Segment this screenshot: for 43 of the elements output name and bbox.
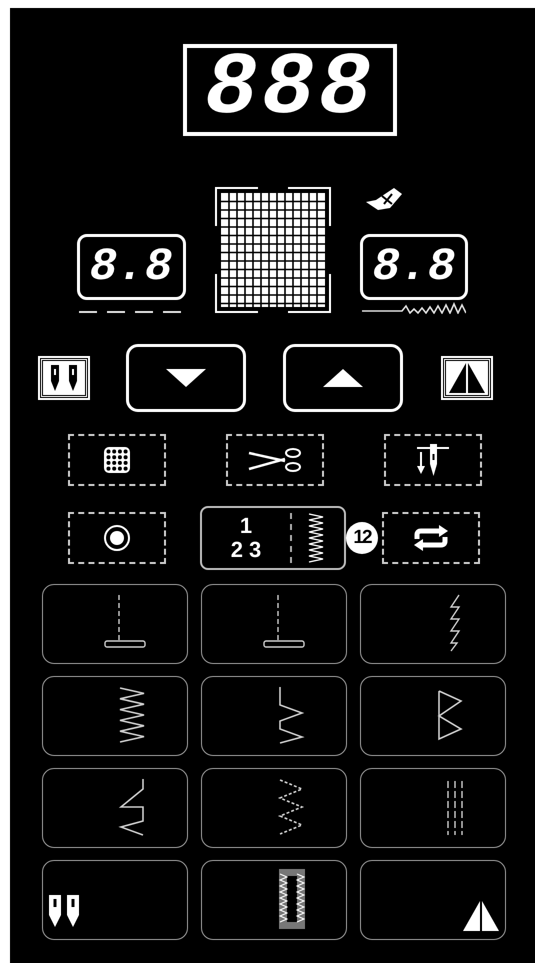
stitch-button[interactable] [42,860,188,940]
blind-hem-stitch-icon [276,685,306,745]
stitch-button[interactable] [360,584,506,664]
stitch-button[interactable] [201,860,347,940]
stitch-button[interactable] [360,676,506,756]
mirror-icon [461,899,501,933]
stitch-button[interactable] [42,584,188,664]
circle-dot-icon [102,523,132,553]
stitch-button[interactable] [201,676,347,756]
down-triangle-icon [164,367,208,389]
stitch-group-button[interactable]: 1 2 3 [200,506,346,570]
presser-foot-icon [364,186,404,212]
dot-grid-icon [102,445,132,475]
stitch-button[interactable] [42,768,188,848]
buttonhole-icon [278,868,306,930]
stitch-button[interactable] [42,676,188,756]
stitch-width-display: 8.8 [360,234,468,300]
stitch-count-badge: 12 [346,522,378,554]
three-step-zigzag-icon [276,777,306,837]
dashed-line-icon [79,310,184,314]
needle-icon [415,442,451,478]
blind-hem-stitch-icon [117,777,147,837]
mirror-button[interactable] [443,358,491,398]
repeat-button[interactable] [382,512,480,564]
stitch-number-display: 888 [182,44,398,136]
down-button[interactable] [126,344,246,412]
zigzag-line-icon [362,302,466,314]
zigzag-stitch-icon [306,512,326,564]
stitch-button[interactable] [201,584,347,664]
up-button[interactable] [283,344,403,412]
scissors-icon [247,447,303,473]
up-triangle-icon [321,367,365,389]
start-stop-button[interactable] [68,512,166,564]
stitch-button[interactable] [360,860,506,940]
stitch-button[interactable] [360,768,506,848]
tie-off-button[interactable] [68,434,166,486]
zigzag-stitch-icon [117,685,147,745]
stitch-button[interactable] [201,768,347,848]
thread-cutter-button[interactable] [226,434,324,486]
stitch-length-display: 8.8 [76,234,186,300]
mirror-icon [447,361,487,395]
needle-position-button[interactable] [384,434,482,486]
twin-needle-button[interactable] [40,358,88,398]
